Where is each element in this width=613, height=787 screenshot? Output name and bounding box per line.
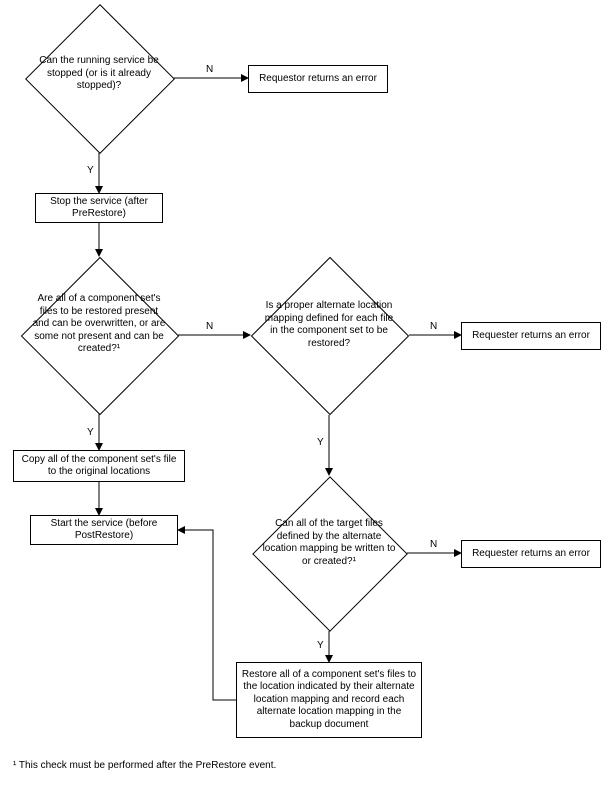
process-stop-service: Stop the service (after PreRestore) — [35, 193, 163, 223]
edge-label-d1-y: Y — [87, 165, 94, 176]
process-restore-alt-location: Restore all of a component set's files t… — [236, 662, 422, 738]
process-requester-error-3: Requester returns an error — [461, 540, 601, 568]
decision-service-stopped-text: Can the running service be stopped (or i… — [35, 55, 163, 93]
edge-label-d1-n: N — [206, 64, 213, 75]
flowchart-canvas: Can the running service be stopped (or i… — [0, 0, 613, 787]
edge-label-d2-n: N — [206, 321, 213, 332]
process-requestor-error-1: Requestor returns an error — [248, 65, 388, 93]
process-start-service: Start the service (before PostRestore) — [30, 515, 178, 545]
edge-label-d4-n: N — [430, 539, 437, 550]
edge-label-d3-y: Y — [317, 437, 324, 448]
edge-label-d4-y: Y — [317, 640, 324, 651]
decision-target-files-writable-text: Can all of the target files defined by t… — [262, 518, 396, 568]
process-requester-error-2: Requester returns an error — [461, 322, 601, 350]
decision-files-present-text: Are all of a component set's files to be… — [32, 293, 166, 356]
edge-label-d3-n: N — [430, 321, 437, 332]
footnote-text: ¹ This check must be performed after the… — [13, 760, 276, 771]
decision-alt-mapping-defined-text: Is a proper alternate location mapping d… — [262, 300, 396, 350]
process-copy-files: Copy all of the component set's file to … — [13, 450, 185, 482]
edge-label-d2-y: Y — [87, 427, 94, 438]
